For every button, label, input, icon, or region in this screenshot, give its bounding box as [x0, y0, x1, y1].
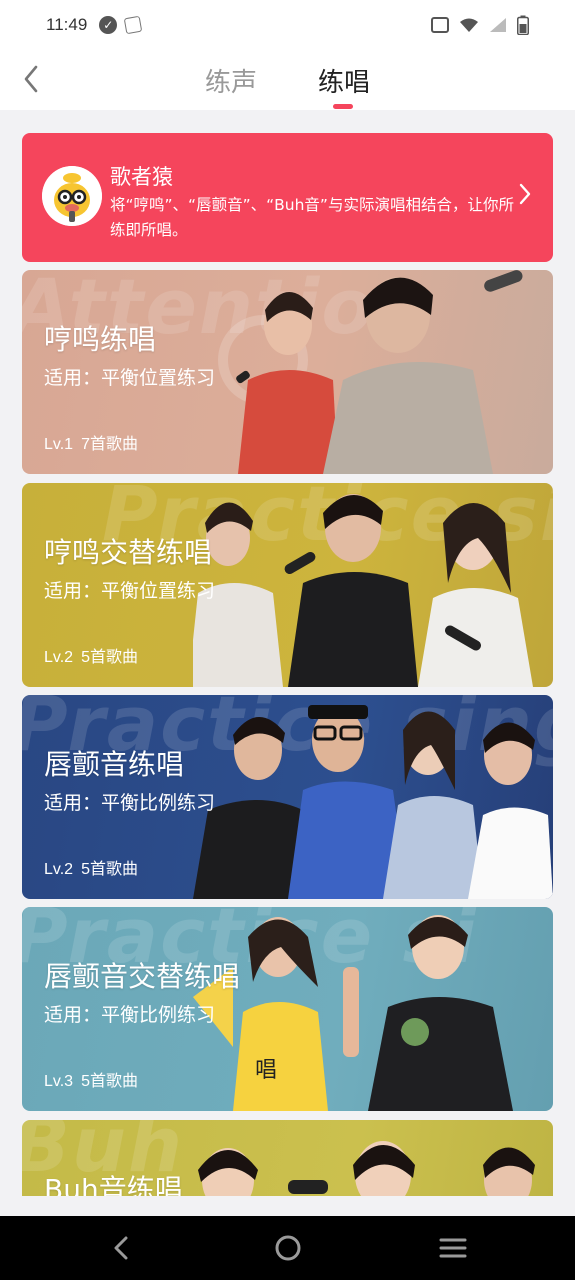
course-card-lip-trill[interactable]: Practice sing 唇颤音练唱 适用：平衡比例练习 Lv.2 5首歌曲 [22, 695, 553, 899]
level-label: Lv.3 [44, 1073, 74, 1090]
card-subtitle: 适用：平衡比例练习 [44, 1004, 216, 1026]
signal-icon [489, 17, 507, 33]
card-title: 唇颤音练唱 [44, 748, 185, 781]
battery-icon [517, 15, 529, 35]
card-subtitle: 适用：平衡位置练习 [44, 580, 216, 602]
header: 练声 练唱 [0, 50, 575, 110]
course-card-humming-alternate[interactable]: Practice sing 哼鸣交替练唱 适用：平衡位置练习 Lv.25首歌曲 [22, 483, 553, 687]
card-level: Lv.1 7首歌曲 [44, 430, 146, 454]
chevron-right-icon [519, 183, 531, 209]
card-title: 哼鸣交替练唱 [44, 536, 213, 569]
singers-image: 唱 [193, 915, 513, 1111]
course-card-buh[interactable]: Buh Buh音练唱 [22, 1120, 553, 1196]
promo-banner[interactable]: 歌者猿 将“哼鸣”、“唇颤音”、“Buh音”与实际演唱相结合，让你所练即所唱。 [22, 133, 553, 262]
song-count: 7首歌曲 [81, 436, 138, 453]
singers-image [218, 270, 523, 474]
song-count: 5首歌曲 [81, 649, 138, 666]
promo-title: 歌者猿 [110, 165, 173, 189]
active-tab-indicator [333, 104, 353, 109]
card-subtitle: 适用：平衡比例练习 [44, 792, 216, 814]
status-right-icons [431, 15, 529, 35]
card-subtitle: 适用：平衡位置练习 [44, 367, 216, 389]
tab-bar: 练声 练唱 [0, 50, 575, 110]
card-level: Lv.3 5首歌曲 [44, 1067, 146, 1091]
card-title: 唇颤音交替练唱 [44, 960, 241, 993]
system-nav-bar [0, 1216, 575, 1280]
status-time: 11:49 [46, 15, 88, 34]
course-list[interactable]: 歌者猿 将“哼鸣”、“唇颤音”、“Buh音”与实际演唱相结合，让你所练即所唱。 … [0, 110, 575, 1196]
card-title: 哼鸣练唱 [44, 323, 157, 356]
monkey-mascot-icon [42, 166, 102, 226]
notification-icon [124, 15, 143, 35]
nav-home-icon[interactable] [272, 1234, 304, 1262]
card-level: Lv.2 5首歌曲 [44, 643, 146, 667]
singers-image [198, 1141, 535, 1196]
promo-description: 将“哼鸣”、“唇颤音”、“Buh音”与实际演唱相结合，让你所练即所唱。 [110, 196, 514, 239]
song-count: 5首歌曲 [81, 861, 138, 878]
wifi-icon [459, 17, 479, 33]
card-title: Buh音练唱 [44, 1173, 183, 1196]
card-level: Lv.2 5首歌曲 [44, 855, 146, 879]
singers-image [193, 705, 553, 899]
nav-menu-icon[interactable] [437, 1234, 469, 1262]
tab-vocal-practice[interactable]: 练声 [205, 62, 257, 99]
nav-back-icon[interactable] [106, 1234, 138, 1262]
vibrate-icon [431, 17, 449, 33]
status-bar: 11:49 ✓ [0, 0, 575, 50]
level-label: Lv.1 [44, 436, 74, 453]
svg-text:唱: 唱 [255, 1058, 277, 1083]
level-label: Lv.2 [44, 649, 74, 666]
level-label: Lv.2 [44, 861, 74, 878]
course-card-humming[interactable]: Attention 哼鸣练唱 适用：平衡位置练习 Lv.1 7首歌曲 [22, 270, 553, 474]
check-circle-icon: ✓ [99, 16, 118, 34]
song-count: 5首歌曲 [81, 1073, 138, 1090]
tab-sing-practice[interactable]: 练唱 [318, 62, 370, 99]
course-card-lip-trill-alternate[interactable]: Practice si 唱 唇颤音交替练唱 适用：平衡比例练习 Lv.35首歌曲 [22, 907, 553, 1111]
singers-image [193, 494, 533, 687]
status-left-icons: ✓ [99, 15, 143, 35]
